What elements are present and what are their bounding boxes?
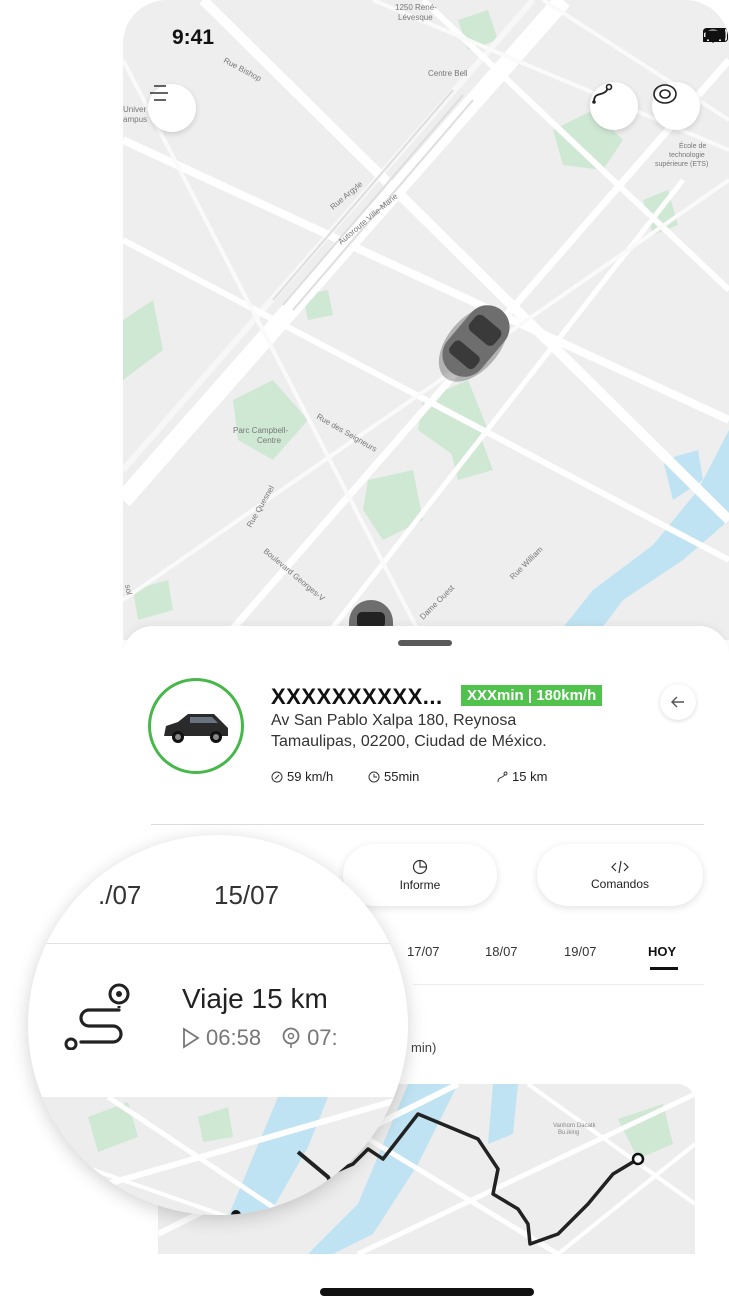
speed-stat: 59 km/h xyxy=(271,769,333,784)
mag-trip-times: 06:58 07: xyxy=(182,1025,338,1051)
comandos-label: Comandos xyxy=(590,876,650,891)
sheet-divider xyxy=(151,824,704,825)
trip-route-icon xyxy=(64,983,130,1050)
speedometer-icon xyxy=(271,771,283,782)
speed-value: 59 km/h xyxy=(287,769,334,784)
pie-chart-icon xyxy=(412,859,428,874)
map-canvas: 1250 René-Lévesque Centre Bell Rue Bisho… xyxy=(123,0,729,640)
distance-stat: 15 km xyxy=(496,769,547,784)
mag-divider xyxy=(28,943,408,944)
trip-end-marker xyxy=(631,1152,645,1166)
route-icon xyxy=(497,771,508,782)
clock-icon xyxy=(368,771,380,782)
vehicle-avatar[interactable] xyxy=(148,678,244,774)
vehicle-status-badge: XXXmin | 180km/h xyxy=(461,685,603,706)
distance-value: 15 km xyxy=(512,769,548,784)
informe-label: Informe xyxy=(399,877,441,892)
map-label-univer: Univer ampus xyxy=(123,105,147,124)
vehicle-name: XXXXXXXXXX... xyxy=(271,684,443,709)
duration-value: 55min xyxy=(384,769,420,784)
mag-end-time: 07: xyxy=(307,1025,338,1050)
live-map[interactable]: 1250 René-Lévesque Centre Bell Rue Bisho… xyxy=(123,0,729,640)
code-icon xyxy=(611,860,629,873)
duration-stat: 55min xyxy=(368,769,419,784)
map-label-sol: sol xyxy=(123,584,134,596)
geofence-icon xyxy=(653,84,677,104)
vehicle-address-line2: Tamaulipas, 02200, Ciudad de México. xyxy=(271,733,547,750)
mag-date-mid: 15/07 xyxy=(214,880,280,910)
arrow-left-icon xyxy=(671,696,684,708)
date-tab-today[interactable]: HOY xyxy=(648,944,676,959)
home-indicator[interactable] xyxy=(320,1288,534,1296)
comandos-button[interactable]: Comandos xyxy=(537,844,703,906)
dates-divider xyxy=(413,984,704,985)
menu-button[interactable] xyxy=(148,84,196,132)
mag-trip-map xyxy=(28,1097,408,1215)
pin-icon xyxy=(282,1027,300,1048)
status-time: 9:41 xyxy=(172,26,215,49)
date-tab-19[interactable]: 19/07 xyxy=(564,944,597,959)
battery-icon xyxy=(703,28,729,42)
car-photo-icon xyxy=(164,714,228,743)
route-icon xyxy=(592,83,613,104)
geofence-button[interactable] xyxy=(652,82,700,130)
play-icon xyxy=(183,1027,200,1049)
map-label-centre-bell: Centre Bell xyxy=(428,69,468,78)
route-button[interactable] xyxy=(590,82,638,130)
back-button[interactable] xyxy=(660,684,696,720)
mag-date-left: ./07 xyxy=(98,880,142,910)
map-label-rene-levesque: 1250 René-Lévesque xyxy=(395,3,437,22)
date-tab-18[interactable]: 18/07 xyxy=(485,944,518,959)
trip-duration-fragment: min) xyxy=(411,1040,437,1055)
vehicle-address-line1: Av San Pablo Xalpa 180, Reynosa xyxy=(271,712,517,729)
mag-start-time: 06:58 xyxy=(206,1025,262,1050)
mag-trip-title: Viaje 15 km xyxy=(182,983,328,1014)
date-tab-17[interactable]: 17/07 xyxy=(407,944,440,959)
zoom-magnifier: ./07 15/07 Viaje 15 km 06:58 07: xyxy=(28,835,408,1215)
informe-button[interactable]: Informe xyxy=(343,844,497,906)
sheet-handle[interactable] xyxy=(398,640,452,646)
menu-icon xyxy=(150,85,168,101)
today-indicator xyxy=(650,967,678,970)
